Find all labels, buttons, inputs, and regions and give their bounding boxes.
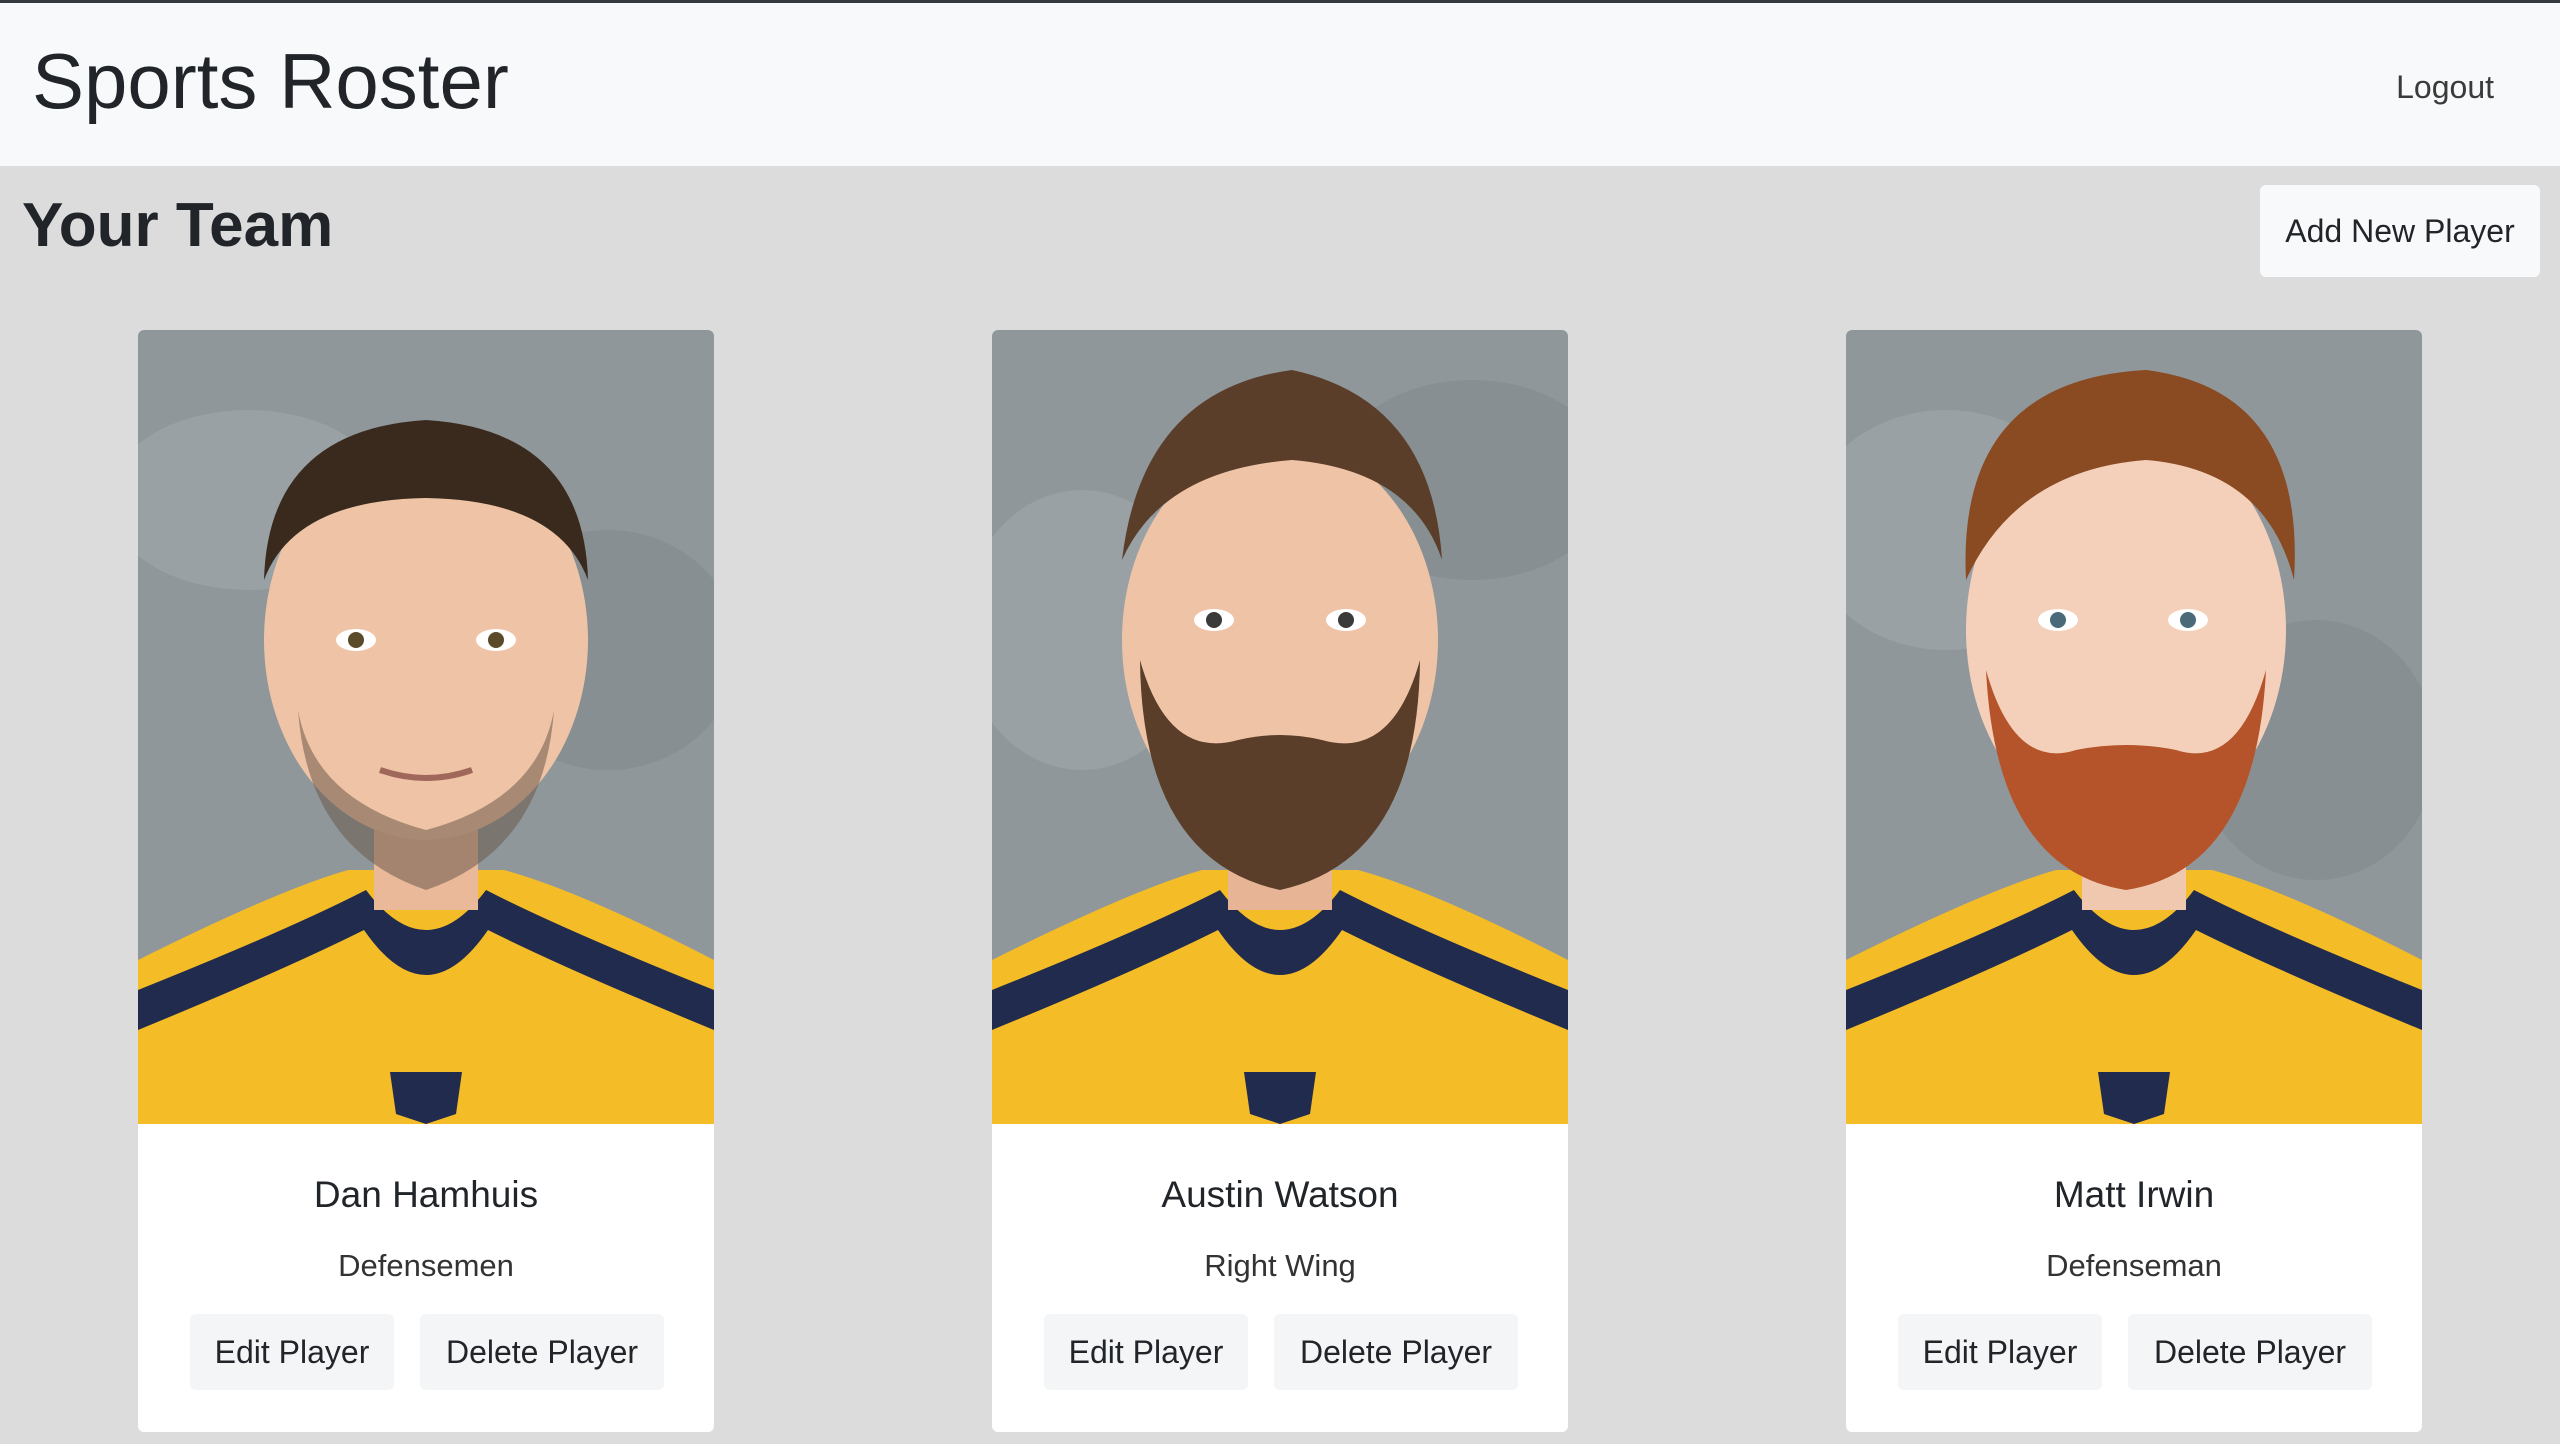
delete-player-button[interactable]: Delete Player [1274,1314,1518,1390]
player-position: Defensemen [338,1248,514,1283]
delete-player-button[interactable]: Delete Player [2128,1314,2372,1390]
player-name: Dan Hamhuis [313,1174,539,1215]
player-photo [138,330,714,1124]
player-name: Austin Watson [1161,1174,1399,1215]
player-card: Dan Hamhuis Defensemen Edit Player Delet… [138,330,714,1432]
player-card: Matt Irwin Defenseman Edit Player Delete… [1846,330,2422,1432]
player-card: Austin Watson Right Wing Edit Player Del… [992,330,1568,1432]
edit-player-button[interactable]: Edit Player [1898,1314,2102,1390]
player-photo [992,330,1568,1124]
player-name: Matt Irwin [2053,1174,2215,1215]
player-position: Right Wing [1204,1248,1356,1283]
edit-player-button[interactable]: Edit Player [1044,1314,1248,1390]
edit-player-button[interactable]: Edit Player [190,1314,394,1390]
player-position: Defenseman [2046,1248,2222,1283]
player-photo [1846,330,2422,1124]
player-cards: Dan Hamhuis Defensemen Edit Player Delet… [0,0,2560,1444]
delete-player-button[interactable]: Delete Player [420,1314,664,1390]
